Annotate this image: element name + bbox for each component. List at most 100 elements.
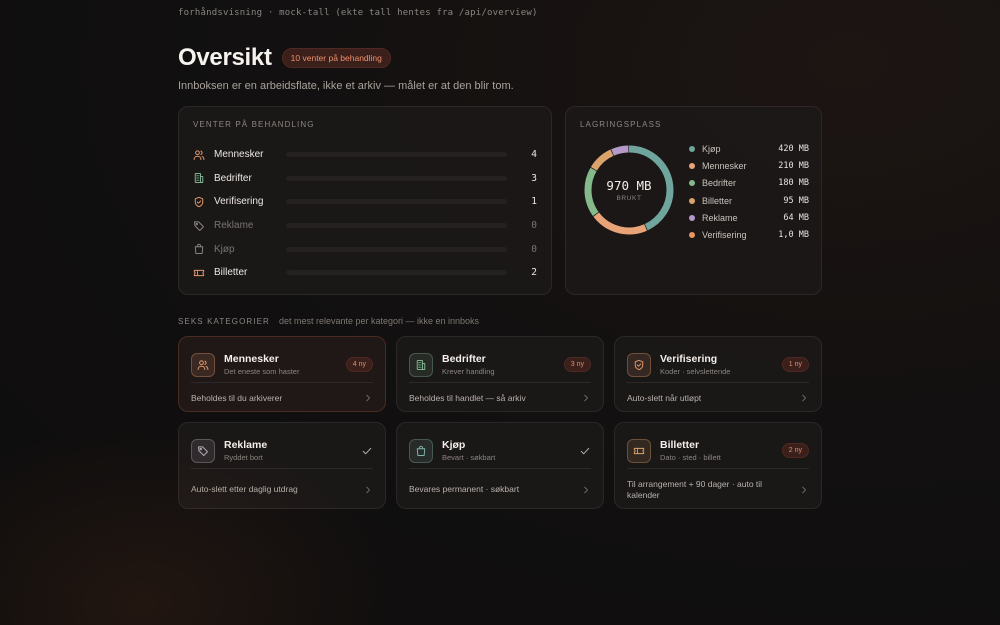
card-retention-rule: Beholdes til handlet — så arkiv <box>409 392 526 403</box>
chevron-right-icon[interactable] <box>581 485 591 495</box>
category-card-bedrifter[interactable]: Bedrifter Krever handling 3 ny Beholdes … <box>396 336 604 412</box>
pending-row[interactable]: Kjøp 0 <box>193 237 537 261</box>
card-retention-rule: Auto-slett når utløpt <box>627 392 702 403</box>
building-icon <box>409 352 433 377</box>
legend-item: Reklame 64 MB <box>689 209 809 226</box>
legend-item: Bedrifter 180 MB <box>689 175 809 192</box>
pending-row-count: 4 <box>531 149 537 161</box>
card-title: Verifisering <box>660 353 718 365</box>
pending-row-bar <box>286 175 507 181</box>
storage-panel: LAGRINGSPLASS 970 MB BRUKT Kjøp 420 MB M… <box>565 106 822 295</box>
shield-icon <box>193 196 205 208</box>
category-card-kjop[interactable]: Kjøp Bevart · søkbart Bevares permanent … <box>396 422 604 509</box>
bag-icon <box>193 243 205 255</box>
legend-dot <box>689 232 695 239</box>
pending-row-bar <box>286 270 507 276</box>
legend-label: Kjøp <box>702 143 721 154</box>
new-count-badge: 4 ny <box>345 357 373 372</box>
legend-size: 180 MB <box>778 178 809 189</box>
chevron-right-icon[interactable] <box>581 393 591 403</box>
categories-desc: det mest relevante per kategori — ikke e… <box>278 316 480 326</box>
chevron-right-icon[interactable] <box>363 485 373 495</box>
storage-total-label: BRUKT <box>616 195 642 202</box>
legend-label: Mennesker <box>702 160 747 171</box>
pending-row-label: Bedrifter <box>214 172 252 184</box>
card-subtitle: Dato · sted · billett <box>660 453 721 462</box>
pending-row[interactable]: Mennesker 4 <box>193 143 537 167</box>
pending-row[interactable]: Reklame 0 <box>193 214 537 238</box>
pending-row-count: 2 <box>531 267 537 279</box>
legend-item: Mennesker 210 MB <box>689 157 809 174</box>
category-card-billetter[interactable]: Billetter Dato · sted · billett 2 ny Til… <box>614 422 822 509</box>
tag-icon <box>193 220 205 232</box>
pending-row-count: 0 <box>531 243 537 255</box>
card-subtitle: Bevart · søkbart <box>442 453 496 462</box>
building-icon <box>193 172 205 184</box>
tag-icon <box>191 438 215 463</box>
category-card-mennesker[interactable]: Mennesker Det eneste som haster 4 ny Beh… <box>178 336 386 412</box>
legend-dot <box>689 214 695 221</box>
pending-list: Mennesker 4 Bedrifter 3 Verifisering 1 R… <box>193 143 537 285</box>
card-retention-rule: Til arrangement + 90 dager · auto til ka… <box>627 478 763 500</box>
new-count-badge: 1 ny <box>781 357 809 372</box>
pending-row-label: Kjøp <box>214 243 235 255</box>
chevron-right-icon[interactable] <box>363 393 373 403</box>
pending-row-count: 1 <box>531 196 537 208</box>
categories-header: SEKS KATEGORIER det mest relevante per k… <box>178 316 479 326</box>
card-title: Billetter <box>660 439 700 451</box>
card-title: Bedrifter <box>442 353 486 365</box>
categories-title: SEKS KATEGORIER <box>178 317 270 326</box>
check-icon <box>579 445 591 457</box>
pending-row-bar <box>286 223 507 229</box>
category-card-verifisering[interactable]: Verifisering Koder · selvslettende 1 ny … <box>614 336 822 412</box>
pending-row[interactable]: Bedrifter 3 <box>193 167 537 191</box>
pending-row-bar <box>286 246 507 252</box>
pending-badge: 10 venter på behandling <box>281 48 391 68</box>
pending-row-count: 3 <box>531 172 537 184</box>
legend-dot <box>689 162 695 169</box>
ticket-icon <box>193 267 205 279</box>
legend-label: Billetter <box>702 195 733 206</box>
shield-icon <box>627 352 651 377</box>
legend-item: Verifisering 1,0 MB <box>689 226 809 243</box>
card-retention-rule: Bevares permanent · søkbart <box>409 484 520 495</box>
people-icon <box>193 149 205 161</box>
bag-icon <box>409 438 433 463</box>
storage-legend: Kjøp 420 MB Mennesker 210 MB Bedrifter 1… <box>689 140 809 244</box>
legend-size: 95 MB <box>783 195 809 206</box>
page-title: Oversikt <box>178 44 272 71</box>
card-title: Reklame <box>224 439 268 451</box>
pending-row-bar <box>286 199 507 205</box>
card-subtitle: Ryddet bort <box>224 453 263 462</box>
legend-label: Reklame <box>702 212 738 223</box>
card-subtitle: Det eneste som haster <box>224 367 300 376</box>
storage-total: 970 MB <box>606 178 652 193</box>
storage-donut: 970 MB BRUKT <box>582 143 676 237</box>
preview-note: forhåndsvisning · mock-tall (ekte tall h… <box>178 8 538 18</box>
legend-item: Kjøp 420 MB <box>689 140 809 157</box>
new-count-badge: 2 ny <box>781 443 809 458</box>
legend-label: Bedrifter <box>702 178 737 189</box>
card-title: Mennesker <box>224 353 279 365</box>
pending-row-label: Verifisering <box>214 196 264 208</box>
legend-dot <box>689 197 695 204</box>
card-subtitle: Krever handling <box>442 367 495 376</box>
card-subtitle: Koder · selvslettende <box>660 367 731 376</box>
pending-row[interactable]: Billetter 2 <box>193 261 537 285</box>
page-subtitle: Innboksen er en arbeidsflate, ikke et ar… <box>178 80 514 92</box>
pending-row-label: Mennesker <box>214 149 264 161</box>
pending-panel-title: VENTER PÅ BEHANDLING <box>193 120 315 129</box>
ticket-icon <box>627 438 651 463</box>
chevron-right-icon[interactable] <box>799 485 809 495</box>
card-retention-rule: Beholdes til du arkiverer <box>191 392 283 403</box>
pending-row-count: 0 <box>531 220 537 232</box>
card-title: Kjøp <box>442 439 466 451</box>
legend-item: Billetter 95 MB <box>689 192 809 209</box>
chevron-right-icon[interactable] <box>799 393 809 403</box>
pending-panel: VENTER PÅ BEHANDLING Mennesker 4 Bedrift… <box>178 106 552 295</box>
category-card-reklame[interactable]: Reklame Ryddet bort Auto-slett etter dag… <box>178 422 386 509</box>
new-count-badge: 3 ny <box>563 357 591 372</box>
legend-dot <box>689 145 695 152</box>
pending-row[interactable]: Verifisering 1 <box>193 190 537 214</box>
legend-size: 210 MB <box>778 160 809 171</box>
